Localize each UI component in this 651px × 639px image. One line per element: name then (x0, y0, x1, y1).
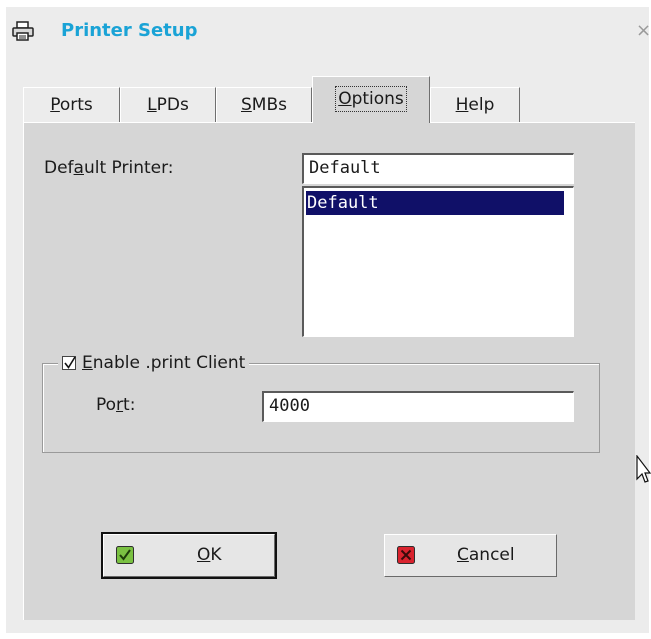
tab-smbs[interactable]: SMBs (216, 87, 312, 123)
mouse-pointer-icon (636, 455, 651, 483)
title-bar: Printer Setup × (0, 0, 651, 55)
cancel-x-icon (397, 546, 415, 564)
list-item[interactable]: Default (306, 191, 564, 215)
port-label: Port: (96, 395, 136, 415)
tab-options[interactable]: Options (312, 76, 430, 123)
cancel-button[interactable]: Cancel (384, 534, 557, 577)
tab-ports[interactable]: Ports (23, 87, 120, 123)
printer-icon (12, 21, 34, 43)
close-icon[interactable]: × (636, 20, 651, 41)
enable-print-client-label: Enable .print Client (82, 353, 246, 373)
tab-help[interactable]: Help (430, 87, 520, 123)
checkbox[interactable] (62, 356, 76, 370)
printer-list[interactable]: Default (302, 186, 574, 337)
default-printer-field[interactable]: Default (302, 153, 574, 184)
port-field[interactable]: 4000 (262, 391, 574, 422)
enable-print-client-checkbox[interactable]: Enable .print Client (58, 352, 250, 374)
tab-lpds[interactable]: LPDs (120, 87, 216, 123)
window-title: Printer Setup (61, 20, 198, 41)
default-printer-label: Default Printer: (44, 158, 174, 178)
checkmark-icon (64, 356, 76, 369)
ok-label: OK (197, 545, 222, 565)
ok-button[interactable]: OK (101, 532, 277, 579)
check-icon (116, 546, 134, 564)
cancel-label: Cancel (457, 545, 515, 565)
